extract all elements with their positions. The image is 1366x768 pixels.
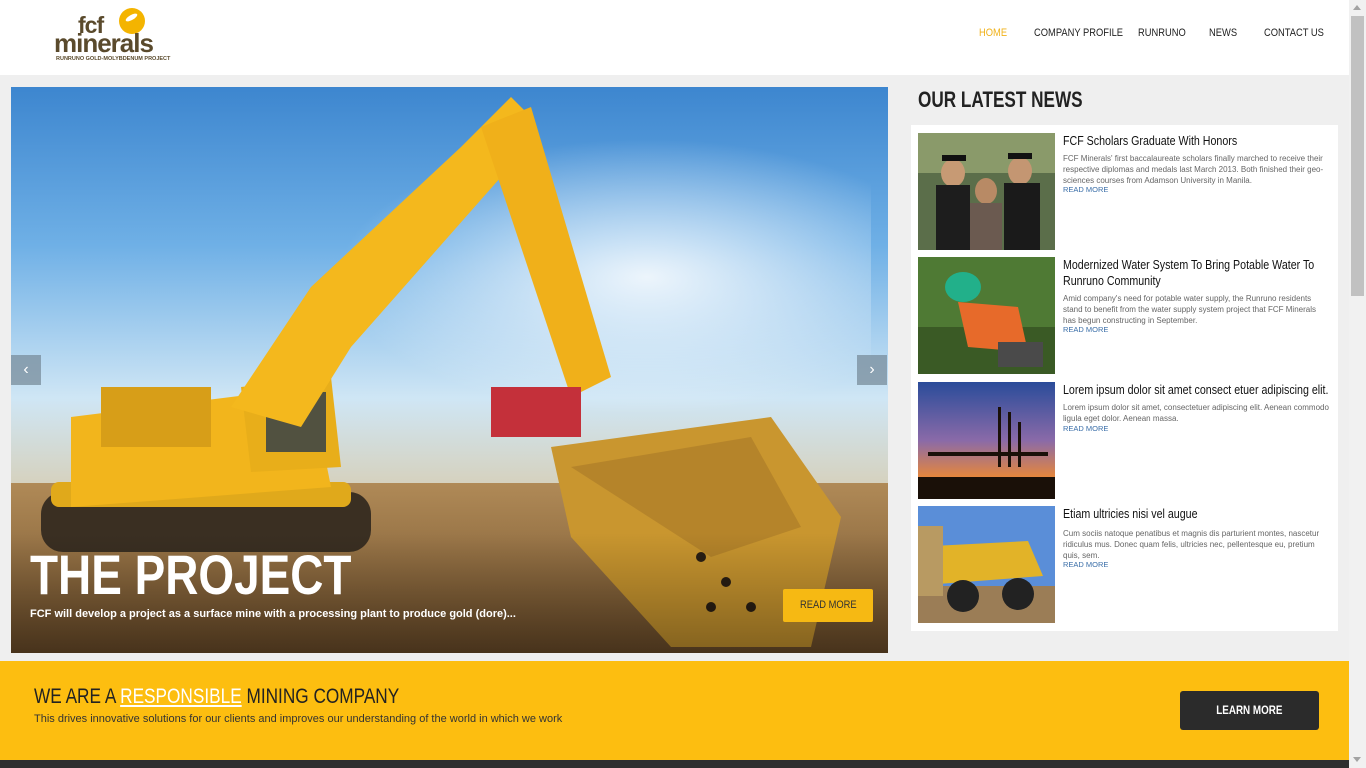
news-title[interactable]: Modernized Water System To Bring Potable… — [1063, 257, 1334, 289]
banner-title-suffix: MINING COMPANY — [241, 685, 400, 708]
news-read-more-link[interactable]: READ MORE — [1063, 560, 1108, 569]
news-title[interactable]: Lorem ipsum dolor sit amet consect etuer… — [1063, 382, 1334, 398]
scroll-up-arrow-icon[interactable] — [1353, 5, 1361, 10]
nav-home[interactable]: HOME — [979, 27, 1007, 39]
footer-strip — [0, 760, 1349, 768]
nav-contact-us[interactable]: CONTACT US — [1264, 27, 1324, 39]
worker-photo — [918, 257, 1055, 374]
slide-description: FCF will develop a project as a surface … — [30, 608, 516, 620]
slide-read-more-label: READ MORE — [799, 599, 857, 611]
news-panel: FCF Scholars Graduate With Honors FCF Mi… — [911, 125, 1338, 631]
news-excerpt: Lorem ipsum dolor sit amet, consectetuer… — [1063, 403, 1329, 423]
nav-news[interactable]: NEWS — [1209, 27, 1237, 39]
news-item: Modernized Water System To Bring Potable… — [918, 257, 1331, 374]
learn-more-button[interactable]: LEARN MORE — [1180, 691, 1319, 730]
news-thumb-water-system[interactable] — [918, 257, 1055, 374]
graduates-photo — [918, 133, 1055, 250]
slider-next-arrow-icon[interactable]: › — [857, 355, 887, 385]
news-thumb-dump-truck[interactable] — [918, 506, 1055, 623]
page-scrollbar[interactable] — [1349, 0, 1366, 768]
scrollbar-thumb[interactable] — [1351, 16, 1364, 296]
slider-prev-arrow-icon[interactable]: ‹ — [11, 355, 41, 385]
learn-more-label: LEARN MORE — [1216, 703, 1283, 717]
banner-title-highlight[interactable]: RESPONSIBLE — [120, 685, 242, 708]
news-title[interactable]: Etiam ultricies nisi vel augue — [1063, 506, 1334, 522]
news-item: Lorem ipsum dolor sit amet consect etuer… — [918, 382, 1331, 499]
nav-runruno[interactable]: RUNRUNO — [1138, 27, 1186, 39]
news-excerpt: Cum sociis natoque penatibus et magnis d… — [1063, 529, 1320, 560]
sunset-construction-photo — [918, 382, 1055, 499]
news-read-more-link[interactable]: READ MORE — [1063, 325, 1108, 334]
cta-banner: WE ARE A RESPONSIBLE MINING COMPANY This… — [0, 661, 1349, 760]
news-thumb-construction[interactable] — [918, 382, 1055, 499]
hero-slider: THE PROJECT FCF will develop a project a… — [11, 87, 888, 653]
fcf-minerals-logo[interactable]: fcf minerals RUNRUNO GOLD-MOLYBDENUM PRO… — [54, 8, 174, 66]
slide-title: THE PROJECT — [30, 543, 352, 606]
nav-company-profile[interactable]: COMPANY PROFILE — [1034, 27, 1123, 39]
news-item: FCF Scholars Graduate With Honors FCF Mi… — [918, 133, 1331, 250]
news-item: Etiam ultricies nisi vel augue Cum socii… — [918, 506, 1331, 623]
banner-title: WE ARE A RESPONSIBLE MINING COMPANY — [34, 685, 399, 709]
scroll-down-arrow-icon[interactable] — [1353, 757, 1361, 762]
news-title[interactable]: FCF Scholars Graduate With Honors — [1063, 133, 1334, 149]
banner-subtitle: This drives innovative solutions for our… — [34, 713, 563, 725]
banner-title-prefix: WE ARE A — [34, 685, 121, 708]
site-header: fcf minerals RUNRUNO GOLD-MOLYBDENUM PRO… — [0, 0, 1349, 75]
logo-text-line2: minerals — [54, 28, 154, 58]
news-read-more-link[interactable]: READ MORE — [1063, 185, 1108, 194]
news-heading: OUR LATEST NEWS — [918, 87, 1083, 112]
news-excerpt: FCF Minerals' first baccalaureate schola… — [1063, 154, 1324, 185]
slide-read-more-button[interactable]: READ MORE — [783, 589, 873, 622]
dump-truck-photo — [918, 506, 1055, 623]
news-excerpt: Amid company's need for potable water su… — [1063, 294, 1316, 325]
news-read-more-link[interactable]: READ MORE — [1063, 424, 1108, 433]
logo-tagline: RUNRUNO GOLD-MOLYBDENUM PROJECT — [56, 56, 171, 62]
news-thumb-graduates[interactable] — [918, 133, 1055, 250]
